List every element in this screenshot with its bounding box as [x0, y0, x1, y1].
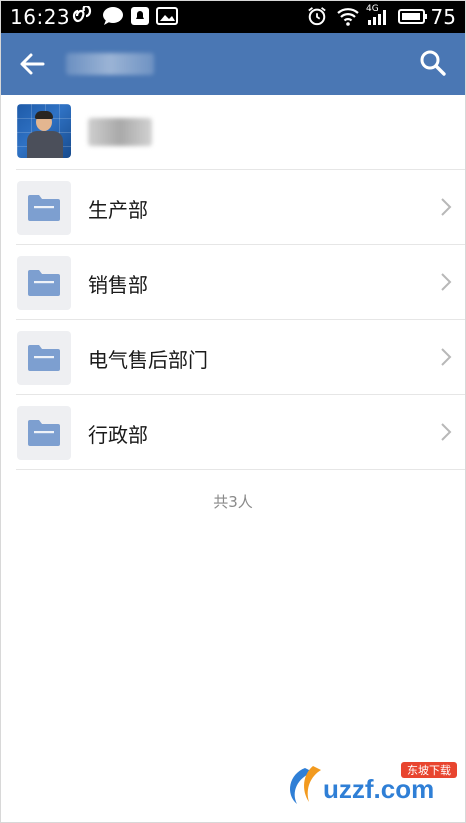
- department-label: 销售部: [88, 273, 148, 297]
- app-bar: [0, 33, 466, 95]
- list-item[interactable]: 电气售后部门: [16, 320, 466, 395]
- department-label: 生产部: [88, 198, 148, 222]
- chevron-right-icon: [441, 198, 452, 216]
- watermark-brand: uzzf.com: [323, 774, 434, 804]
- chevron-right-icon: [441, 273, 452, 291]
- infinity-icon: [72, 6, 92, 23]
- status-time: 16:23: [10, 5, 71, 29]
- folder-icon: [17, 256, 71, 310]
- department-label: 电气售后部门: [88, 348, 208, 372]
- contact-list: 生产部 销售部 电气售后部门 行政部: [16, 95, 466, 470]
- battery-level: 75: [430, 5, 456, 29]
- folder-icon: [17, 181, 71, 235]
- profile-row[interactable]: [16, 95, 466, 170]
- signal-icon: [368, 10, 386, 25]
- wifi-icon: [337, 8, 359, 26]
- department-label: 行政部: [88, 423, 148, 447]
- folder-icon: [17, 406, 71, 460]
- watermark-logo: uzzf.com 东坡下载: [290, 762, 457, 804]
- avatar: [17, 104, 71, 158]
- page-title-redacted: [66, 53, 154, 75]
- folder-icon: [17, 331, 71, 385]
- list-item[interactable]: 行政部: [16, 395, 466, 470]
- chevron-right-icon: [441, 423, 452, 441]
- list-item[interactable]: 销售部: [16, 245, 466, 320]
- notification-icon: [131, 7, 149, 25]
- back-button[interactable]: [14, 47, 50, 81]
- chevron-right-icon: [441, 348, 452, 366]
- profile-name-redacted: [88, 118, 152, 146]
- gallery-icon: [156, 7, 178, 25]
- battery-icon: [398, 9, 427, 24]
- alarm-icon: [308, 7, 326, 26]
- watermark-tag: 东坡下载: [407, 764, 451, 777]
- list-item[interactable]: 生产部: [16, 170, 466, 245]
- member-count: 共3人: [213, 493, 253, 511]
- status-bar: 16:23 4G 75: [0, 0, 466, 33]
- search-button[interactable]: [416, 46, 450, 80]
- message-icon: [103, 7, 123, 25]
